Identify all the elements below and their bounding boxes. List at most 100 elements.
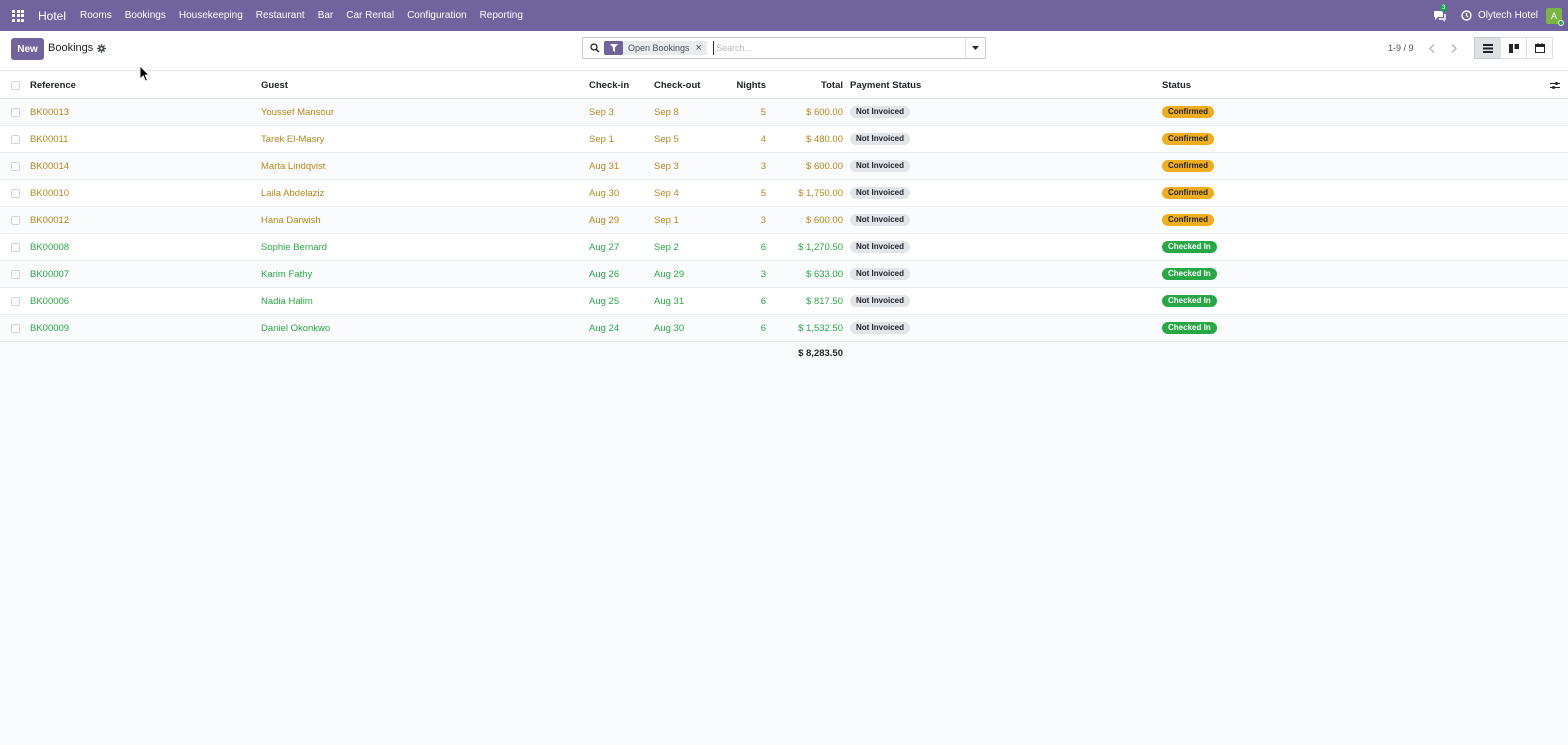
status-badge: Checked In	[1162, 322, 1217, 335]
status-badge: Confirmed	[1162, 160, 1214, 173]
row-checkbox[interactable]	[11, 189, 20, 198]
table-row[interactable]: BK00009 Daniel Okonkwo Aug 24 Aug 30 6 $ 1,53…	[0, 315, 1568, 342]
list-view-button[interactable]	[1474, 37, 1501, 59]
header-reference[interactable]: Reference	[30, 72, 76, 99]
table-row[interactable]: BK00007 Karim Fathy Aug 26 Aug 29 3 $ 633.00 N…	[0, 261, 1568, 288]
payment-status-badge: Not Invoiced	[850, 295, 911, 308]
cell-nights: 6	[760, 242, 766, 253]
cell-nights: 3	[760, 215, 766, 226]
status-badge: Checked In	[1162, 268, 1217, 281]
row-checkbox[interactable]	[11, 297, 20, 306]
cell-payment-status: Not Invoiced	[850, 315, 911, 342]
table-row[interactable]: BK00008 Sophie Bernard Aug 27 Sep 2 6 $ 1,270…	[0, 234, 1568, 261]
pager-next-button[interactable]	[1444, 39, 1464, 57]
table-row[interactable]: BK00006 Nadia Halim Aug 25 Aug 31 6 $ 817.50 N…	[0, 288, 1568, 315]
header-status[interactable]: Status	[1162, 72, 1191, 99]
cell-payment-status: Not Invoiced	[850, 261, 911, 288]
cell-total: $ 1,270.50	[798, 242, 843, 253]
cell-checkout: Sep 2	[654, 242, 679, 253]
cell-guest: Sophie Bernard	[261, 242, 328, 253]
header-guest[interactable]: Guest	[261, 72, 288, 99]
cell-nights: 6	[760, 296, 766, 307]
header-checkout[interactable]: Check-out	[654, 72, 700, 99]
table-row[interactable]: BK00010 Laila Abdelaziz Aug 30 Sep 4 5 $ 1,75…	[0, 180, 1568, 207]
optional-columns-icon[interactable]	[1550, 81, 1560, 90]
app-grid-icon[interactable]	[12, 9, 24, 22]
menu-item-reporting[interactable]: Reporting	[480, 10, 523, 21]
systray: 3 Olytech Hotel A	[1433, 0, 1568, 31]
header-nights[interactable]: Nights	[720, 72, 766, 99]
cell-checkin: Aug 25	[589, 296, 620, 307]
table-row[interactable]: BK00012 Hana Darwish Aug 29 Sep 1 3 $ 600.00 N…	[0, 207, 1568, 234]
grand-total: $ 8,283.50	[798, 348, 843, 359]
cell-checkin: Aug 31	[589, 161, 620, 172]
presence-dot	[1558, 19, 1564, 26]
cell-payment-status: Not Invoiced	[850, 234, 911, 261]
cell-reference: BK00007	[30, 269, 70, 280]
cell-payment-status: Not Invoiced	[850, 207, 911, 234]
menu-item-restaurant[interactable]: Restaurant	[256, 10, 305, 21]
cell-payment-status: Not Invoiced	[850, 153, 911, 180]
cell-guest: Tarek El-Masry	[261, 134, 325, 145]
row-checkbox[interactable]	[11, 108, 20, 117]
cell-guest: Hana Darwish	[261, 215, 321, 226]
cell-reference: BK00013	[30, 107, 70, 118]
cell-status: Checked In	[1162, 261, 1217, 288]
search-icon[interactable]	[590, 43, 600, 53]
calendar-view-button[interactable]	[1526, 37, 1553, 59]
chat-icon[interactable]: 3	[1433, 3, 1448, 22]
kanban-view-icon	[1508, 43, 1519, 53]
menu-item-bar[interactable]: Bar	[318, 10, 334, 21]
cell-checkin: Sep 1	[589, 134, 614, 145]
pager-value[interactable]: 1-9 / 9	[1388, 43, 1414, 53]
row-checkbox[interactable]	[11, 216, 20, 225]
clock-icon[interactable]	[1461, 10, 1472, 21]
filter-icon	[604, 41, 623, 55]
row-checkbox[interactable]	[11, 324, 20, 333]
row-checkbox[interactable]	[11, 243, 20, 252]
search-facet: Open Bookings ×	[604, 41, 707, 55]
menu-item-configuration[interactable]: Configuration	[407, 10, 466, 21]
table-row[interactable]: BK00013 Youssef Mansour Sep 3 Sep 8 5 $ 600.0…	[0, 99, 1568, 126]
kanban-view-button[interactable]	[1500, 37, 1527, 59]
cell-payment-status: Not Invoiced	[850, 288, 911, 315]
cell-payment-status: Not Invoiced	[850, 99, 911, 126]
app-brand[interactable]: Hotel	[38, 9, 66, 23]
cell-status: Confirmed	[1162, 99, 1214, 126]
cell-checkout: Sep 1	[654, 215, 679, 226]
cell-reference: BK00010	[30, 188, 70, 199]
header-payment-status[interactable]: Payment Status	[850, 72, 921, 99]
control-panel: New Bookings Open Bookings × 1-9 / 9	[0, 31, 1568, 71]
table-row[interactable]: BK00011 Tarek El-Masry Sep 1 Sep 5 4 $ 480.00…	[0, 126, 1568, 153]
select-all-checkbox[interactable]	[11, 81, 20, 90]
search-input[interactable]	[713, 41, 953, 55]
menu-item-rooms[interactable]: Rooms	[80, 10, 112, 21]
chevron-left-icon	[1429, 43, 1435, 53]
status-badge: Checked In	[1162, 295, 1217, 308]
user-avatar[interactable]: A	[1546, 7, 1564, 26]
status-badge: Checked In	[1162, 241, 1217, 254]
gear-icon[interactable]	[97, 44, 106, 53]
cell-guest: Marta Lindqvist	[261, 161, 326, 172]
cell-nights: 4	[760, 134, 766, 145]
row-checkbox[interactable]	[11, 162, 20, 171]
pager-previous-button[interactable]	[1422, 39, 1442, 57]
company-switcher[interactable]: Olytech Hotel	[1478, 10, 1538, 21]
row-checkbox[interactable]	[11, 135, 20, 144]
cell-checkout: Sep 8	[654, 107, 679, 118]
menu-item-housekeeping[interactable]: Housekeeping	[179, 10, 243, 21]
header-checkin[interactable]: Check-in	[589, 72, 629, 99]
cell-checkin: Sep 3	[589, 107, 614, 118]
row-checkbox[interactable]	[11, 270, 20, 279]
table-row[interactable]: BK00014 Marta Lindqvist Aug 31 Sep 3 3 $ 600.…	[0, 153, 1568, 180]
search-options-toggle[interactable]	[965, 38, 985, 58]
menu-item-bookings[interactable]: Bookings	[125, 10, 166, 21]
new-button[interactable]: New	[11, 38, 44, 60]
table-body: BK00013 Youssef Mansour Sep 3 Sep 8 5 $ 600.0…	[0, 99, 1568, 342]
cell-reference: BK00011	[30, 134, 69, 145]
facet-remove-icon[interactable]: ×	[696, 41, 707, 55]
menu-item-car-rental[interactable]: Car Rental	[346, 10, 394, 21]
header-total[interactable]: Total	[780, 72, 843, 99]
payment-status-badge: Not Invoiced	[850, 133, 911, 146]
payment-status-badge: Not Invoiced	[850, 322, 911, 335]
